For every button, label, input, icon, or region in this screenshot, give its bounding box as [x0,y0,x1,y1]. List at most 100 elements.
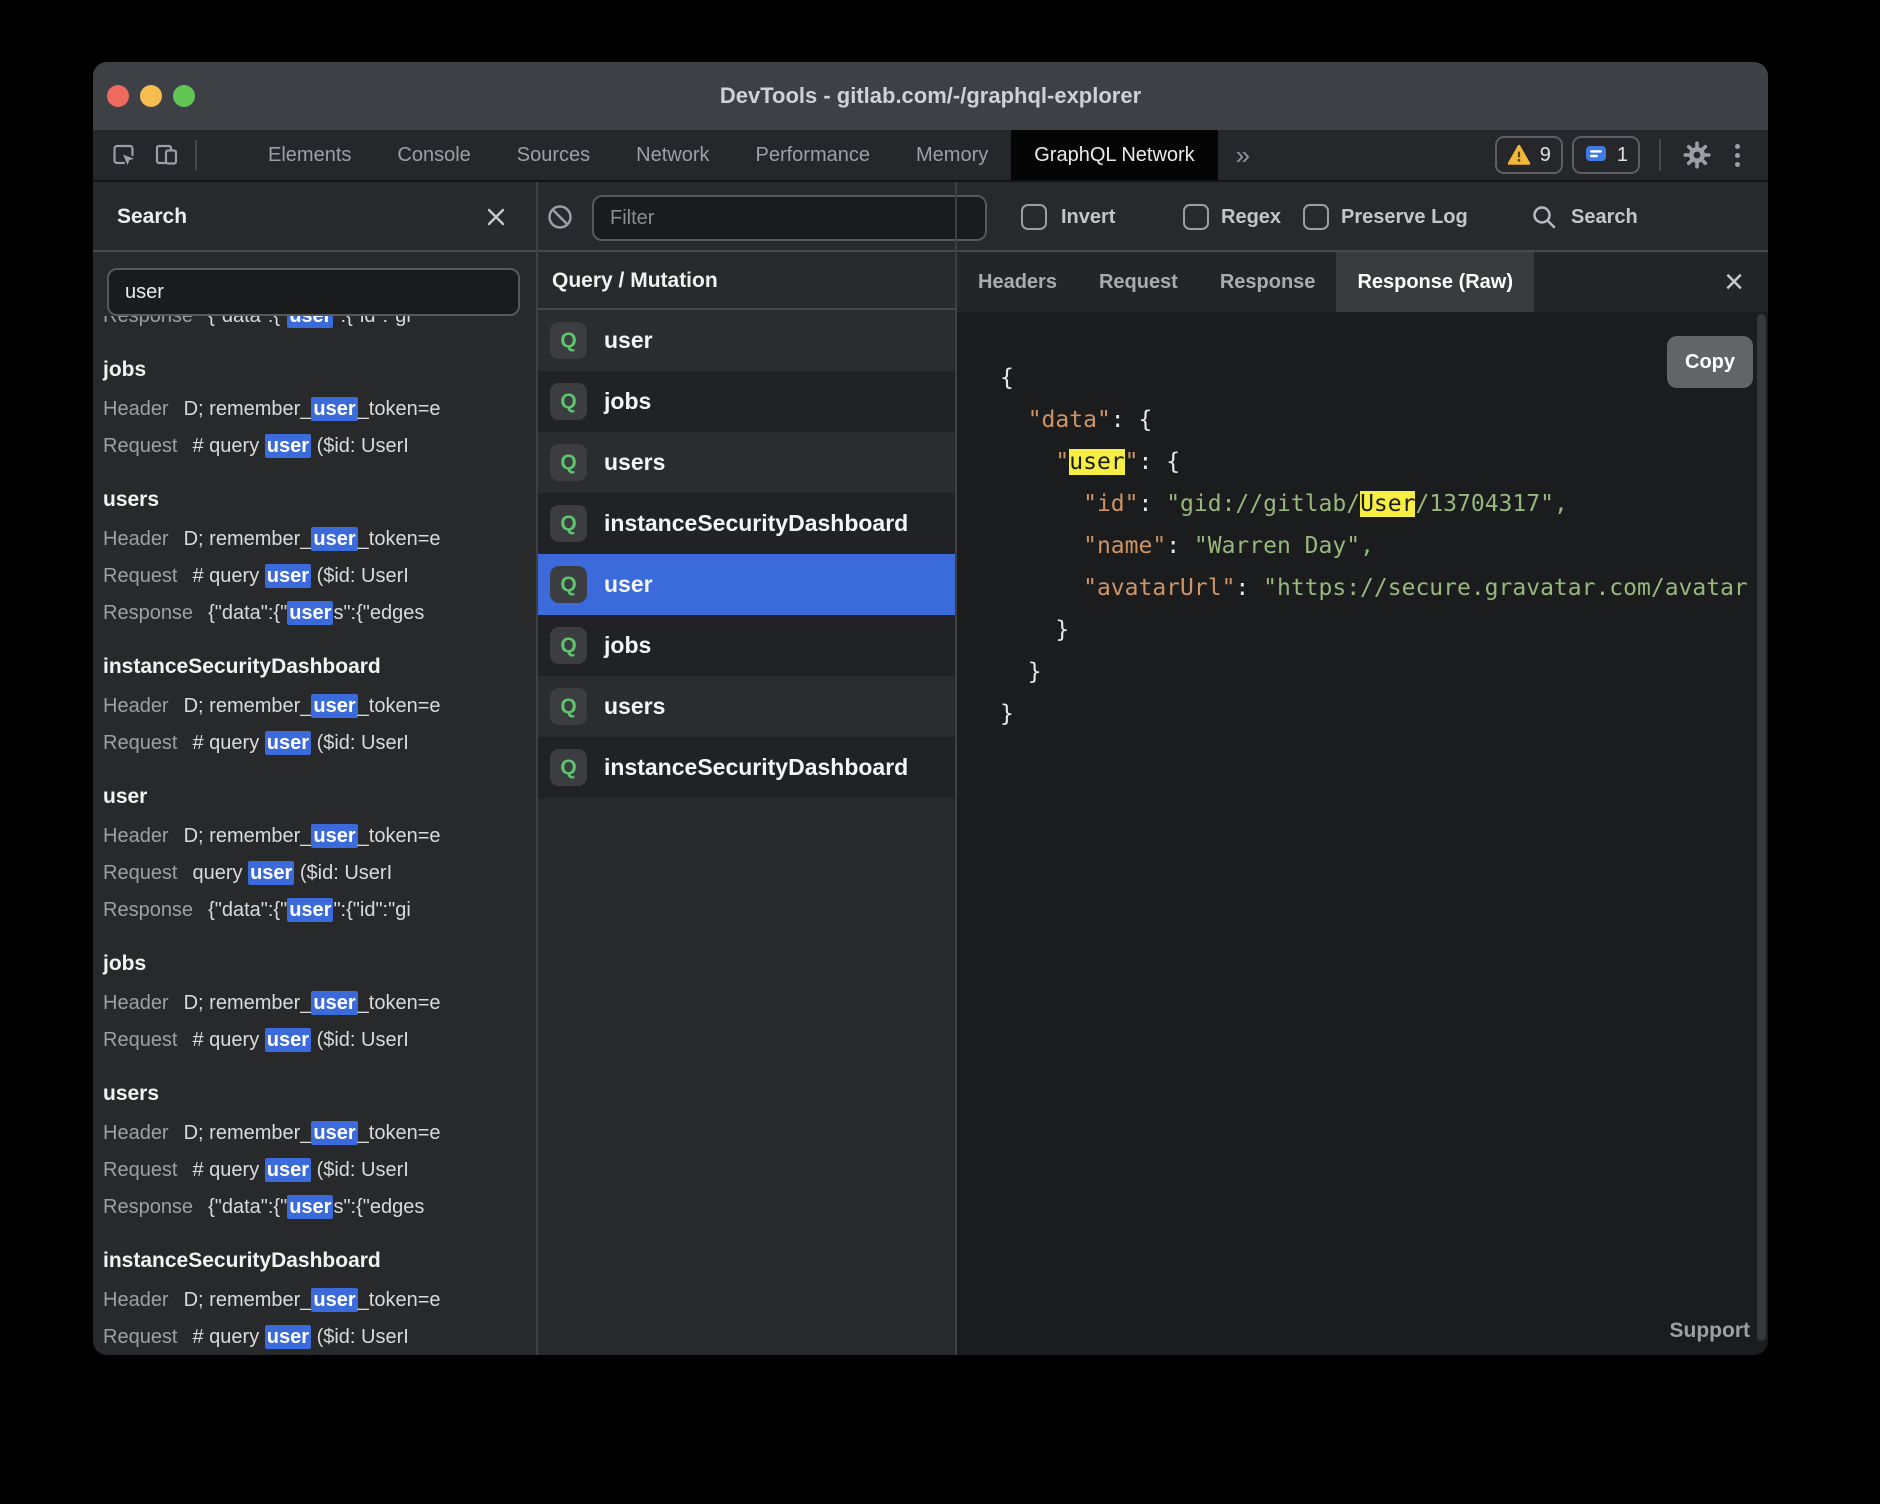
search-result-line[interactable]: HeaderD; remember_user_token=e [103,818,530,855]
highlighted-match: user [311,824,357,848]
search-result-line[interactable]: Response{"data":{"user":{"id":"gi [103,892,530,929]
copy-button[interactable]: Copy [1667,336,1753,388]
detail-panel: HeadersRequestResponseResponse (Raw) × {… [957,252,1768,1355]
support-link[interactable]: Support [1670,1319,1750,1343]
json-token: , [1360,533,1374,559]
detail-tabs: HeadersRequestResponseResponse (Raw) [957,252,1768,312]
search-result-line[interactable]: Request# query user ($id: UserI [103,1319,530,1355]
highlighted-match: user [311,1288,357,1312]
json-token [1000,491,1083,517]
more-tabs-icon[interactable]: » [1218,140,1268,171]
toolbar-tab-performance[interactable]: Performance [733,130,894,180]
messages-badge[interactable]: 1 [1572,136,1640,174]
query-row-jobs[interactable]: Qjobs [538,371,955,432]
json-content: { "data": { "user": { "id": "gid://gitla… [1000,357,1756,735]
result-text: D; remember_ [184,992,312,1014]
search-results-panel: Response{"data":{"user":{"id":"gijobsHea… [93,252,536,1355]
clear-filter-icon[interactable] [546,203,574,231]
result-text: ($id: UserI [311,565,409,587]
close-detail-icon[interactable]: × [1712,252,1756,312]
query-row-instancesecuritydashboard[interactable]: QinstanceSecurityDashboard [538,737,955,798]
search-result-line[interactable]: Request# query user ($id: UserI [103,428,530,465]
search-result-line[interactable]: Request# query user ($id: UserI [103,725,530,762]
search-result-line[interactable]: Requestquery user ($id: UserI [103,855,530,892]
highlighted-match: user [265,564,311,588]
warnings-badge[interactable]: 9 [1495,136,1563,174]
window-title: DevTools - gitlab.com/-/graphql-explorer [93,62,1768,130]
json-token [1000,533,1083,559]
search-result-line[interactable]: Request# query user ($id: UserI [103,1152,530,1189]
search-result-line[interactable]: Response{"data":{"users":{"edges [103,595,530,632]
close-search-panel-icon[interactable] [482,203,510,231]
search-result-line[interactable]: HeaderD; remember_user_token=e [103,1115,530,1152]
inspect-element-icon[interactable] [101,130,145,180]
query-row-instancesecuritydashboard[interactable]: QinstanceSecurityDashboard [538,493,955,554]
result-line-label: Header [103,1122,169,1144]
search-result-line[interactable]: HeaderD; remember_user_token=e [103,391,530,428]
result-line-label: Header [103,1289,169,1311]
search-results-list: Response{"data":{"user":{"id":"gijobsHea… [93,316,534,1355]
regex-checkbox[interactable] [1183,204,1209,230]
json-token: "Warren Day" [1194,533,1360,559]
query-rows: QuserQjobsQusersQinstanceSecurityDashboa… [538,310,955,798]
toolbar-tab-memory[interactable]: Memory [893,130,1011,180]
query-row-label: users [604,693,665,720]
result-line-label: Request [103,435,178,457]
query-row-user[interactable]: Quser [538,554,955,615]
settings-gear-icon[interactable] [1680,138,1714,172]
search-result-title-instancesecuritydashboard[interactable]: instanceSecurityDashboard [103,1240,530,1282]
json-token: "data" [1028,407,1111,433]
detail-tab-response-raw[interactable]: Response (Raw) [1336,252,1534,312]
search-result-title-users[interactable]: users [103,1073,530,1115]
search-result-line[interactable]: HeaderD; remember_user_token=e [103,985,530,1022]
filter-input[interactable] [592,195,987,241]
result-text: s":{"edges [333,1196,424,1218]
query-row-jobs[interactable]: Qjobs [538,615,955,676]
invert-checkbox[interactable] [1021,204,1047,230]
detail-tab-headers[interactable]: Headers [957,252,1078,312]
result-line-label: Header [103,398,169,420]
search-result-title-instancesecuritydashboard[interactable]: instanceSecurityDashboard [103,646,530,688]
search-input[interactable] [107,268,520,316]
json-token: { [1000,365,1014,391]
query-row-users[interactable]: Qusers [538,432,955,493]
search-result-title-users[interactable]: users [103,479,530,521]
search-result-line[interactable]: Request# query user ($id: UserI [103,558,530,595]
scrollbar[interactable] [1757,314,1766,1341]
query-type-badge: Q [550,749,587,786]
json-token: : { [1139,449,1181,475]
query-row-users[interactable]: Qusers [538,676,955,737]
result-text: _token=e [358,528,441,550]
result-text: s":{"edges [333,602,424,624]
result-text: D; remember_ [184,528,312,550]
search-result-line[interactable]: HeaderD; remember_user_token=e [103,1282,530,1319]
toolbar-tab-graphql-network[interactable]: GraphQL Network [1011,130,1217,180]
search-result-line[interactable]: HeaderD; remember_user_token=e [103,521,530,558]
toolbar-tab-console[interactable]: Console [374,130,493,180]
toolbar-tab-elements[interactable]: Elements [245,130,374,180]
detail-tab-response[interactable]: Response [1199,252,1337,312]
search-button-label[interactable]: Search [1571,182,1638,252]
json-token: "id" [1083,491,1138,517]
result-text: # query [193,435,265,457]
search-result-line[interactable]: Request# query user ($id: UserI [103,1022,530,1059]
query-row-user[interactable]: Quser [538,310,955,371]
kebab-menu-icon[interactable] [1723,144,1752,167]
search-result-title-jobs[interactable]: jobs [103,943,530,985]
toolbar-tab-sources[interactable]: Sources [494,130,613,180]
result-text: _token=e [358,398,441,420]
query-type-badge: Q [550,505,587,542]
device-toolbar-icon[interactable] [145,130,189,180]
search-result-line[interactable]: Response{"data":{"users":{"edges [103,1189,530,1226]
search-icon[interactable] [1530,203,1558,231]
toolbar-tab-network[interactable]: Network [613,130,732,180]
highlighted-match: user [265,1325,311,1349]
search-result-title-user[interactable]: user [103,776,530,818]
preserve-log-checkbox[interactable] [1303,204,1329,230]
search-result-title-jobs[interactable]: jobs [103,349,530,391]
search-result-line[interactable]: Response{"data":{"user":{"id":"gi [103,316,530,335]
detail-tab-request[interactable]: Request [1078,252,1199,312]
search-result-line[interactable]: HeaderD; remember_user_token=e [103,688,530,725]
json-line: "avatarUrl": "https://secure.gravatar.co… [1000,567,1756,609]
highlighted-match: user [287,316,333,328]
